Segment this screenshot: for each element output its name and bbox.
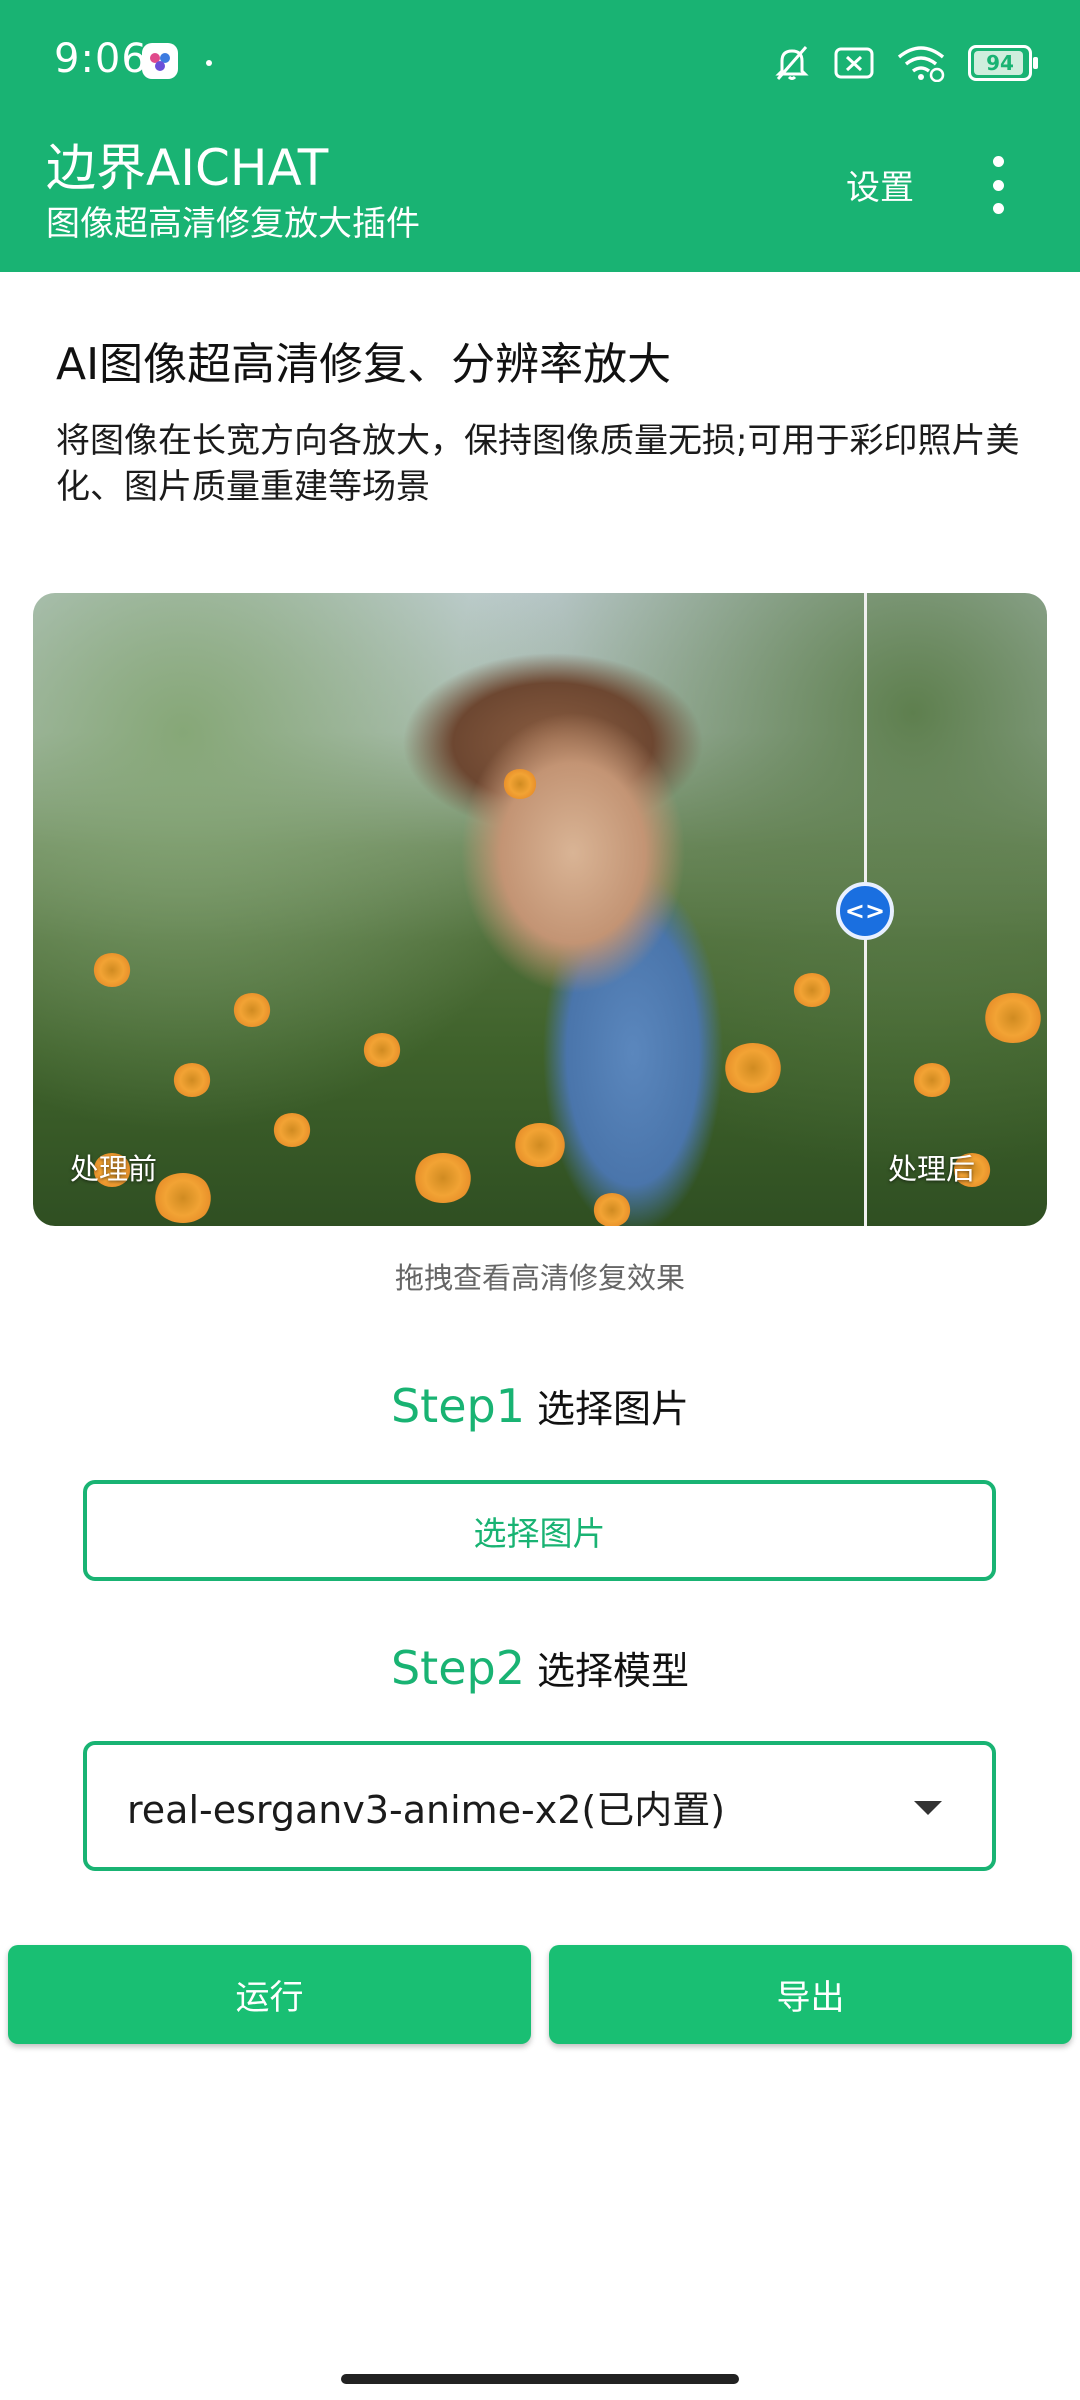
step2-heading: Step2 选择模型	[0, 1640, 1080, 1695]
step2-text: 选择模型	[537, 1649, 690, 1693]
dropdown-caret-icon[interactable]	[914, 1801, 942, 1815]
status-time: 9:06	[54, 36, 148, 82]
sim-off-icon	[834, 47, 874, 79]
compare-hint: 拖拽查看高清修复效果	[394, 1261, 685, 1295]
after-label: 处理后	[888, 1152, 976, 1186]
model-select[interactable]: real-esrganv3-anime-x2(已内置)	[83, 1741, 996, 1871]
app-bar: 9:06 94 边界AICHAT 图像超高清修复放大插件 设置	[0, 0, 1080, 272]
model-select-value: real-esrganv3-anime-x2(已内置)	[127, 1787, 726, 1832]
battery-level: 94	[986, 51, 1014, 75]
step1-heading: Step1 选择图片	[0, 1378, 1080, 1433]
app-notification-icon	[142, 43, 178, 79]
mute-icon	[775, 46, 809, 80]
step1-number: Step1	[390, 1379, 525, 1433]
intro-title: AI图像超高清修复、分辨率放大	[56, 339, 672, 390]
battery-icon: 94	[968, 45, 1038, 81]
export-button[interactable]: 导出	[549, 1945, 1072, 2044]
before-label: 处理前	[70, 1152, 158, 1186]
step2-number: Step2	[390, 1641, 525, 1695]
app-title: 边界AICHAT	[46, 139, 329, 197]
status-dot	[206, 60, 212, 66]
status-bar: 9:06 94	[0, 0, 1080, 120]
more-vert-icon[interactable]	[984, 150, 1012, 220]
step1-text: 选择图片	[537, 1387, 690, 1431]
home-indicator[interactable]	[341, 2374, 739, 2384]
app-subtitle: 图像超高清修复放大插件	[46, 204, 420, 244]
run-button[interactable]: 运行	[8, 1945, 531, 2044]
intro-description: 将图像在长宽方向各放大，保持图像质量无损;可用于彩印照片美化、图片质量重建等场景	[56, 421, 1020, 507]
settings-button[interactable]: 设置	[846, 160, 914, 209]
compare-drag-handle[interactable]: <>	[836, 882, 894, 940]
status-icons: 94	[772, 40, 1038, 86]
before-after-compare-image[interactable]: <>	[33, 593, 1047, 1226]
select-image-button[interactable]: 选择图片	[83, 1480, 996, 1581]
wifi-icon	[897, 46, 945, 82]
